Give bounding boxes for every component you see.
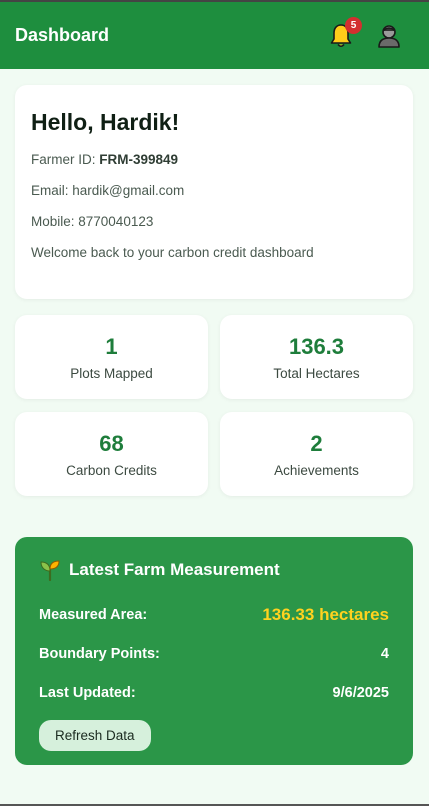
stat-value: 136.3	[288, 333, 345, 359]
stat-value: 68	[99, 430, 124, 456]
boundary-points-label: Boundary Points:	[39, 645, 160, 662]
stat-label: Achievements	[274, 462, 359, 478]
measurement-title-text: Latest Farm Measurement	[69, 560, 280, 579]
farmer-id-value: FRM-399849	[99, 152, 179, 167]
boundary-points-row: Boundary Points: 4	[39, 634, 389, 673]
notification-badge: 5	[345, 16, 362, 34]
page-title: Dashboard	[15, 25, 110, 45]
farmer-id-line: Farmer ID: FRM-399849	[31, 152, 397, 167]
refresh-data-button[interactable]: Refresh Data	[39, 720, 151, 751]
latest-measurement-card: Latest Farm Measurement Measured Area: 1…	[15, 537, 413, 765]
stat-value: 1	[105, 333, 118, 359]
last-updated-label: Last Updated:	[39, 684, 136, 701]
stat-value: 2	[310, 430, 323, 456]
welcome-message: Welcome back to your carbon credit dashb…	[31, 245, 314, 260]
last-updated-row: Last Updated: 9/6/2025	[39, 673, 389, 712]
mobile-line: Mobile: 8770040123	[31, 214, 154, 229]
boundary-points-value: 4	[380, 645, 389, 662]
farmer-profile-card: Hello, Hardik! Farmer ID: FRM-399849 Ema…	[15, 85, 413, 299]
app-header: Dashboard 5	[0, 2, 429, 69]
header-actions: 5	[328, 16, 402, 51]
stat-card-carbon-credits: 68 Carbon Credits	[15, 412, 208, 496]
notifications-button[interactable]: 5	[328, 16, 362, 51]
last-updated-value: 9/6/2025	[332, 684, 389, 701]
stat-label: Carbon Credits	[66, 462, 157, 478]
stat-card-plots-mapped: 1 Plots Mapped	[15, 315, 208, 399]
farmer-id-label: Farmer ID:	[31, 152, 100, 167]
measured-area-label: Measured Area:	[39, 606, 148, 623]
measured-area-value: 136.33 hectares	[262, 604, 389, 624]
measurement-title: Latest Farm Measurement	[39, 559, 389, 581]
user-icon	[378, 24, 400, 48]
measured-area-row: Measured Area: 136.33 hectares	[39, 595, 389, 634]
seedling-icon	[40, 560, 60, 581]
profile-button[interactable]	[376, 21, 402, 51]
email-line: Email: hardik@gmail.com	[31, 183, 185, 198]
stat-label: Plots Mapped	[70, 365, 153, 381]
stat-label: Total Hectares	[273, 365, 360, 381]
stat-card-total-hectares: 136.3 Total Hectares	[220, 315, 413, 399]
stat-card-achievements: 2 Achievements	[220, 412, 413, 496]
greeting-heading: Hello, Hardik!	[31, 109, 180, 135]
